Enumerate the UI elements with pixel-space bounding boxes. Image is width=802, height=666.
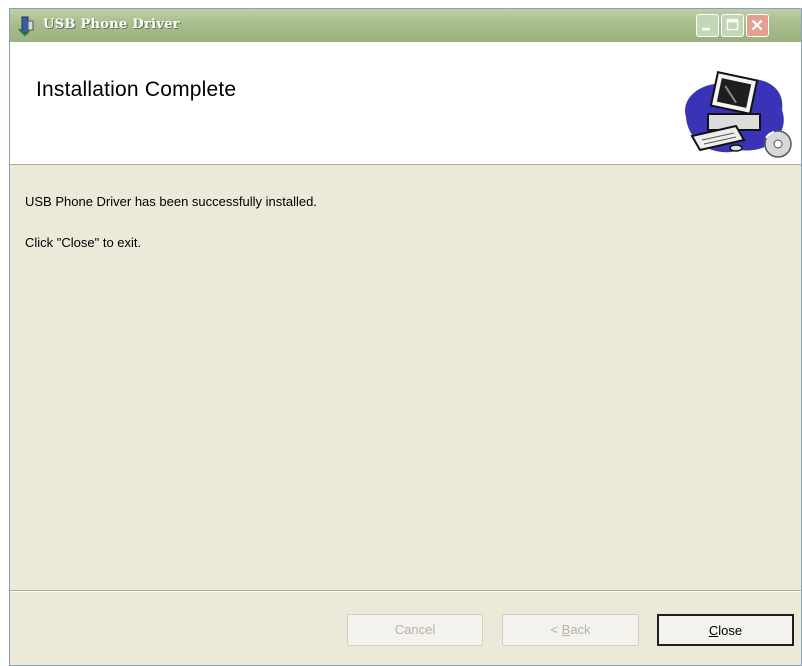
- installer-icon: [18, 16, 34, 37]
- page-title: Installation Complete: [36, 78, 237, 101]
- window-title: USB Phone Driver: [43, 17, 180, 32]
- minimize-icon: [702, 27, 710, 31]
- maximize-button[interactable]: [721, 14, 744, 37]
- close-button-label: lose: [718, 623, 743, 638]
- title-bar[interactable]: USB Phone Driver: [10, 9, 801, 42]
- close-button[interactable]: Close: [657, 614, 794, 646]
- installer-window: USB Phone Driver Installation Complete U…: [9, 8, 802, 666]
- back-button[interactable]: < Back: [502, 614, 639, 646]
- success-message: USB Phone Driver has been successfully i…: [25, 194, 317, 209]
- back-button-label: ack: [570, 622, 591, 637]
- cancel-button[interactable]: Cancel: [347, 614, 483, 646]
- close-button-mnemonic: C: [708, 623, 719, 638]
- header-banner: Installation Complete: [10, 42, 801, 165]
- cancel-button-label: Cancel: [394, 622, 436, 637]
- exit-instruction: Click "Close" to exit.: [25, 235, 142, 250]
- content-area: USB Phone Driver has been successfully i…: [10, 165, 801, 605]
- close-window-button[interactable]: [746, 14, 769, 37]
- minimize-button[interactable]: [696, 14, 719, 37]
- computer-cd-icon: [685, 71, 792, 158]
- close-icon: [751, 19, 763, 31]
- back-button-prefix: <: [550, 622, 562, 637]
- button-separator: [10, 590, 801, 592]
- maximize-icon: [726, 18, 739, 31]
